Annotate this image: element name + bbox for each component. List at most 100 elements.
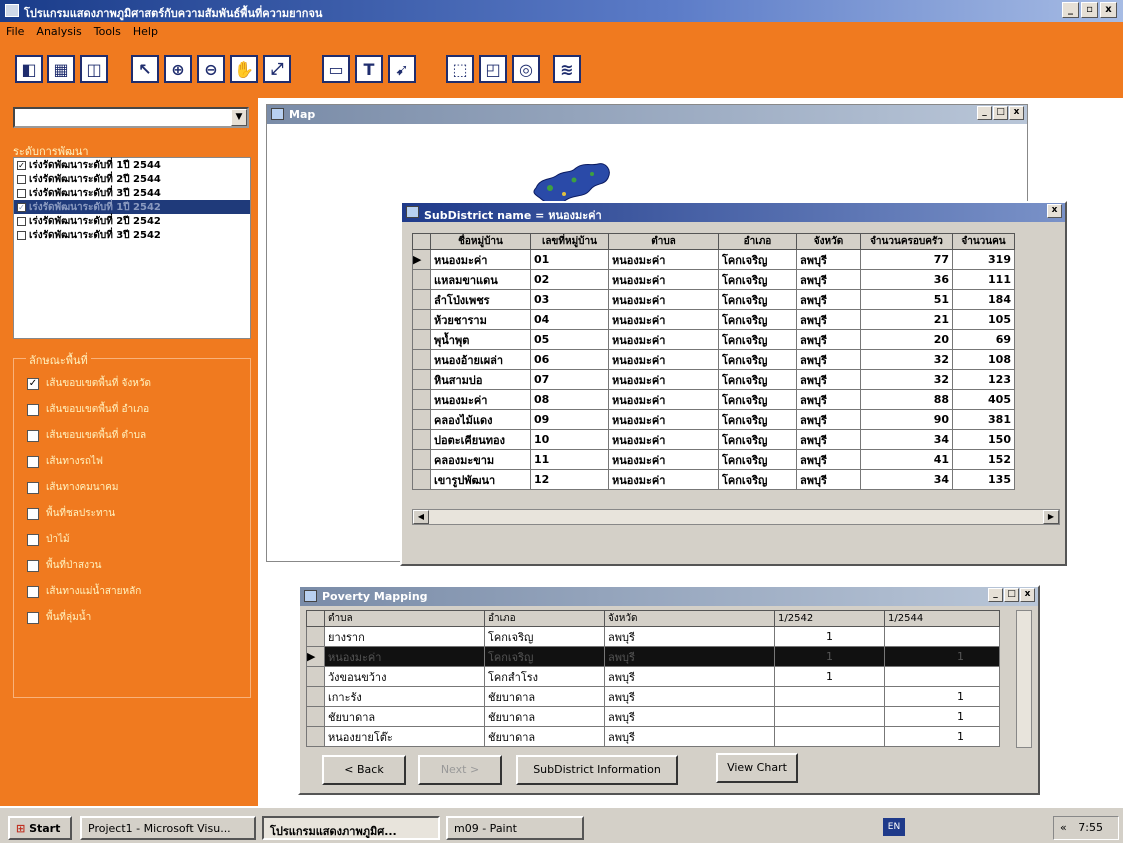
table-cell[interactable]: ลพบุรี [796,289,861,310]
table-cell[interactable] [884,666,1000,687]
checkbox[interactable] [27,559,39,572]
table-cell[interactable]: 34 [860,429,953,450]
horizontal-scrollbar[interactable]: ◀ ▶ [412,509,1060,525]
checkbox[interactable] [27,585,39,598]
table-cell[interactable]: 34 [860,469,953,490]
level-item[interactable]: เร่งรัดพัฒนาระดับที่ 3ปี 2542 [14,228,250,242]
table-icon[interactable]: ▦ [47,55,75,83]
poverty-close-button[interactable]: x [1020,588,1035,602]
column-header[interactable]: 1/2542 [774,610,885,627]
table-cell[interactable]: หนองอ้ายเผล่า [430,349,531,370]
checkbox[interactable] [17,216,26,226]
table-cell[interactable]: ลพบุรี [604,646,775,667]
maximize-button[interactable]: ▫ [1081,2,1098,18]
column-header[interactable]: อำเภอ [718,233,797,250]
table-cell[interactable] [774,726,885,747]
table-cell[interactable]: 36 [860,269,953,290]
table-cell[interactable]: คลองมะขาม [430,449,531,470]
table-cell[interactable]: 1 [774,626,885,647]
checkbox[interactable] [27,533,39,546]
select-icon[interactable]: ⬚ [446,55,474,83]
table-cell[interactable]: ลพบุรี [796,449,861,470]
table-cell[interactable]: หนองมะค่า [324,646,485,667]
row-indicator[interactable] [412,369,431,390]
select-rect-icon[interactable]: ◰ [479,55,507,83]
table-row[interactable]: ปอตะเคียนทอง 10 หนองมะค่า โคกเจริญ ลพบุรี 34 1… [412,429,1015,450]
table-cell[interactable]: หนองมะค่า [608,269,719,290]
row-indicator[interactable] [306,666,325,687]
table-cell[interactable]: 11 [530,449,609,470]
row-indicator[interactable] [412,349,431,370]
row-indicator[interactable] [412,289,431,310]
table-cell[interactable]: 07 [530,369,609,390]
scroll-left-icon[interactable]: ◀ [413,510,429,524]
column-header[interactable]: อำเภอ [484,610,605,627]
table-cell[interactable]: ลพบุรี [796,309,861,330]
table-cell[interactable]: 32 [860,369,953,390]
map-minimize-button[interactable]: _ [977,106,992,120]
table-cell[interactable]: เขารูปพัฒนา [430,469,531,490]
checkbox[interactable]: ✓ [17,160,26,170]
table-cell[interactable]: โคกเจริญ [718,249,797,270]
layer-icon[interactable]: ◧ [15,55,43,83]
layer-item[interactable]: ✓ เส้นขอบเขตพื้นที่ จังหวัด [27,376,151,391]
table-cell[interactable]: โคกเจริญ [718,469,797,490]
table-cell[interactable]: 319 [952,249,1015,270]
table-cell[interactable]: โคกเจริญ [718,309,797,330]
tray-expand-icon[interactable]: « [1060,821,1067,834]
zoom-out-icon[interactable]: ⊖ [197,55,225,83]
table-cell[interactable]: 111 [952,269,1015,290]
column-header[interactable]: จังหวัด [796,233,861,250]
text-icon[interactable]: T [355,55,383,83]
row-indicator[interactable]: ▶ [306,646,325,667]
table-row[interactable]: ห้วยชาราม 04 หนองมะค่า โคกเจริญ ลพบุรี 21 105 [412,309,1015,330]
row-indicator[interactable] [412,469,431,490]
table-cell[interactable]: โคกเจริญ [718,449,797,470]
menu-analysis[interactable]: Analysis [36,25,81,39]
table-cell[interactable]: เกาะรัง [324,686,485,707]
table-cell[interactable]: 04 [530,309,609,330]
table-cell[interactable]: 12 [530,469,609,490]
level-item[interactable]: เร่งรัดพัฒนาระดับที่ 2ปี 2542 [14,214,250,228]
table-cell[interactable]: 51 [860,289,953,310]
column-header[interactable]: เลขที่หมู่บ้าน [530,233,609,250]
row-indicator[interactable] [306,686,325,707]
table-cell[interactable]: 1 [884,726,1000,747]
table-row[interactable]: พุน้ำพุต 05 หนองมะค่า โคกเจริญ ลพบุรี 20 69 [412,329,1015,350]
row-indicator[interactable] [412,409,431,430]
table-cell[interactable]: 69 [952,329,1015,350]
table-cell[interactable]: โคกเจริญ [718,409,797,430]
language-indicator[interactable]: EN [883,818,905,836]
close-button[interactable]: x [1100,2,1117,18]
table-cell[interactable]: 06 [530,349,609,370]
table-cell[interactable]: 150 [952,429,1015,450]
table-row[interactable]: หินสามบ่อ 07 หนองมะค่า โคกเจริญ ลพบุรี 32 123 [412,369,1015,390]
table-cell[interactable]: หนองมะค่า [608,389,719,410]
row-indicator[interactable] [412,309,431,330]
table-cell[interactable]: ลพบุรี [796,329,861,350]
table-cell[interactable]: ชัยบาดาล [484,726,605,747]
table-cell[interactable]: โคกเจริญ [718,289,797,310]
poverty-minimize-button[interactable]: _ [988,588,1003,602]
table-cell[interactable]: 1 [884,646,1000,667]
table-cell[interactable]: 123 [952,369,1015,390]
table-cell[interactable]: หนองมะค่า [608,289,719,310]
column-header[interactable]: จำนวนครอบครัว [860,233,953,250]
layer-item[interactable]: พื้นที่ชลประทาน [27,506,115,521]
table-cell[interactable]: 32 [860,349,953,370]
layer-item[interactable]: ป่าไม้ [27,532,70,547]
table-cell[interactable]: 152 [952,449,1015,470]
column-header[interactable]: จังหวัด [604,610,775,627]
table-cell[interactable]: โคกเจริญ [718,269,797,290]
row-indicator[interactable] [412,269,431,290]
zoom-in-icon[interactable]: ⊕ [164,55,192,83]
row-indicator[interactable] [412,429,431,450]
layer-item[interactable]: เส้นทางแม่น้ำสายหลัก [27,584,141,599]
next-button[interactable]: Next > [418,755,502,785]
subdistrict-close-button[interactable]: x [1047,204,1062,218]
table-cell[interactable]: ลพบุรี [604,726,775,747]
table-cell[interactable]: 1 [774,666,885,687]
table-row[interactable]: ▶ หนองมะค่า โคกเจริญ ลพบุรี 1 1 [306,646,1000,667]
table-cell[interactable]: หนองมะค่า [608,249,719,270]
row-indicator[interactable] [306,726,325,747]
